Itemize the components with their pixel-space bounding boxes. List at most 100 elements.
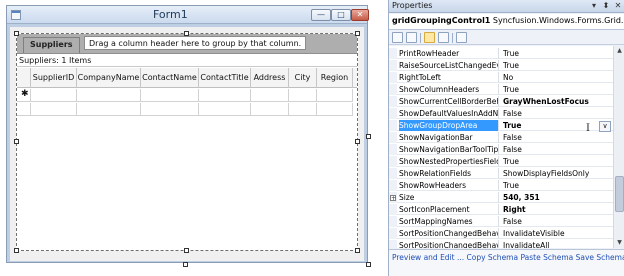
property-row[interactable]: ShowNestedPropertiesFields True: [389, 156, 613, 167]
object-selector[interactable]: gridGroupingControl1 Syncfusion.Windows.…: [389, 14, 624, 30]
property-pages-wrench-icon[interactable]: [456, 32, 467, 43]
alphabetical-icon[interactable]: [406, 32, 417, 43]
property-value[interactable]: True: [503, 180, 611, 191]
close-button[interactable]: ✕: [351, 9, 369, 21]
property-value[interactable]: InvalidateAll: [503, 240, 611, 248]
property-row[interactable]: ShowColumnHeaders True: [389, 84, 613, 95]
property-row[interactable]: ShowNavigationBarToolTips False: [389, 144, 613, 155]
grid-cell[interactable]: [199, 103, 251, 116]
grid-cell[interactable]: [31, 103, 77, 116]
grid-cell[interactable]: [77, 103, 141, 116]
resize-handle[interactable]: [355, 31, 360, 36]
scroll-up-icon[interactable]: ▲: [614, 46, 624, 56]
form-resize-handle[interactable]: [366, 262, 371, 267]
designer-verbs-links[interactable]: Preview and Edit ... Copy Schema Paste S…: [389, 249, 624, 276]
form-resize-handle[interactable]: [366, 134, 371, 139]
property-value[interactable]: True: [503, 48, 611, 59]
grid-cell[interactable]: [77, 89, 141, 102]
grid-cell[interactable]: [141, 89, 199, 102]
property-value[interactable]: True: [503, 84, 611, 95]
column-header[interactable]: City: [289, 68, 317, 88]
categorized-icon[interactable]: [392, 32, 403, 43]
property-value[interactable]: False: [503, 108, 611, 119]
property-name: ShowRelationFields: [399, 168, 499, 179]
property-row[interactable]: PrintRowHeader True: [389, 48, 613, 59]
property-row[interactable]: SortIconPlacement Right: [389, 204, 613, 215]
resize-handle[interactable]: [14, 139, 19, 144]
property-row[interactable]: RightToLeft No: [389, 72, 613, 83]
maximize-button[interactable]: □: [331, 9, 351, 21]
scroll-down-icon[interactable]: ▼: [614, 238, 624, 248]
grid-cell[interactable]: [251, 89, 289, 102]
group-drop-area[interactable]: Suppliers Drag a column header here to g…: [17, 34, 357, 54]
property-grid-scrollbar[interactable]: ▲ ▼: [613, 46, 624, 248]
column-header[interactable]: Address: [251, 68, 289, 88]
grid-cell[interactable]: [199, 89, 251, 102]
form-resize-handle[interactable]: [183, 262, 188, 267]
column-header-row: SupplierID CompanyName ContactName Conta…: [17, 68, 357, 88]
events-lightning-icon[interactable]: [438, 32, 449, 43]
resize-handle[interactable]: [355, 248, 360, 253]
property-value[interactable]: True: [503, 156, 611, 167]
grid-grouping-control[interactable]: Suppliers Drag a column header here to g…: [16, 33, 358, 251]
property-value[interactable]: True: [503, 60, 611, 71]
window-position-icon[interactable]: ▾: [589, 1, 599, 11]
grid-cell[interactable]: [289, 89, 317, 102]
property-value[interactable]: ShowDisplayFieldsOnly: [503, 168, 611, 179]
property-row[interactable]: ShowRelationFields ShowDisplayFieldsOnly: [389, 168, 613, 179]
property-value[interactable]: True: [503, 120, 611, 131]
column-header[interactable]: ContactName: [141, 68, 199, 88]
property-value[interactable]: Right: [503, 204, 611, 215]
properties-view-icon[interactable]: [424, 32, 435, 43]
property-row[interactable]: SortPositionChangedBehavior InvalidateVis…: [389, 228, 613, 239]
property-row[interactable]: ShowNavigationBar False: [389, 132, 613, 143]
property-grid[interactable]: PrintRowHeader True RaiseSourceListChanged…: [389, 46, 624, 248]
scroll-thumb[interactable]: [615, 176, 624, 212]
property-name: ShowNavigationBarToolTips: [399, 144, 499, 155]
minimize-button[interactable]: —: [311, 9, 331, 21]
property-value[interactable]: 540, 351: [503, 192, 611, 203]
property-row[interactable]: SortMappingNames False: [389, 216, 613, 227]
property-value[interactable]: False: [503, 132, 611, 143]
resize-handle[interactable]: [184, 248, 189, 253]
property-value[interactable]: False: [503, 216, 611, 227]
grid-cell[interactable]: [317, 103, 353, 116]
group-tab-suppliers[interactable]: Suppliers: [23, 37, 80, 53]
resize-handle[interactable]: [14, 31, 19, 36]
form1-window[interactable]: Form1 — □ ✕ Suppliers Drag a column head…: [6, 5, 369, 263]
resize-handle[interactable]: [355, 139, 360, 144]
property-value[interactable]: GrayWhenLostFocus: [503, 96, 611, 107]
expand-icon[interactable]: +: [390, 195, 396, 202]
value-dropdown-button[interactable]: ∨: [599, 121, 611, 132]
property-row[interactable]: ShowDefaultValuesInAddNew False: [389, 108, 613, 119]
object-type: Syncfusion.Windows.Forms.Grid.Groupin: [492, 16, 624, 25]
form-titlebar[interactable]: Form1 — □ ✕: [7, 6, 369, 24]
grid-cell[interactable]: [141, 103, 199, 116]
resize-handle[interactable]: [14, 248, 19, 253]
column-header[interactable]: ContactTitle: [199, 68, 251, 88]
property-row[interactable]: ShowGroupDropArea True: [389, 120, 613, 131]
form-client-area[interactable]: Suppliers Drag a column header here to g…: [10, 27, 364, 261]
property-row[interactable]: + Size 540, 351: [389, 192, 613, 203]
grid-cell[interactable]: [317, 89, 353, 102]
row-header-cell[interactable]: [17, 103, 31, 116]
grid-cell[interactable]: [31, 89, 77, 102]
row-header-cell[interactable]: [17, 89, 31, 102]
property-row[interactable]: RaiseSourceListChangedEvent True: [389, 60, 613, 71]
row-gutter: [389, 72, 397, 83]
grid-cell[interactable]: [251, 103, 289, 116]
auto-hide-pin-icon[interactable]: ⬍: [601, 1, 611, 11]
resize-handle[interactable]: [184, 31, 189, 36]
column-header[interactable]: CompanyName: [77, 68, 141, 88]
properties-titlebar[interactable]: Properties ▾ ⬍ ✕: [389, 0, 624, 13]
property-row[interactable]: ShowRowHeaders True: [389, 180, 613, 191]
property-value[interactable]: False: [503, 144, 611, 155]
property-value[interactable]: No: [503, 72, 611, 83]
column-header[interactable]: SupplierID: [31, 68, 77, 88]
property-row[interactable]: ShowCurrentCellBorderBehav GrayWhenLostFo…: [389, 96, 613, 107]
grid-cell[interactable]: [289, 103, 317, 116]
close-icon[interactable]: ✕: [613, 1, 623, 11]
column-header[interactable]: Region: [317, 68, 353, 88]
property-value[interactable]: InvalidateVisible: [503, 228, 611, 239]
property-row[interactable]: SortPositionChangedBehavior InvalidateAll: [389, 240, 613, 248]
